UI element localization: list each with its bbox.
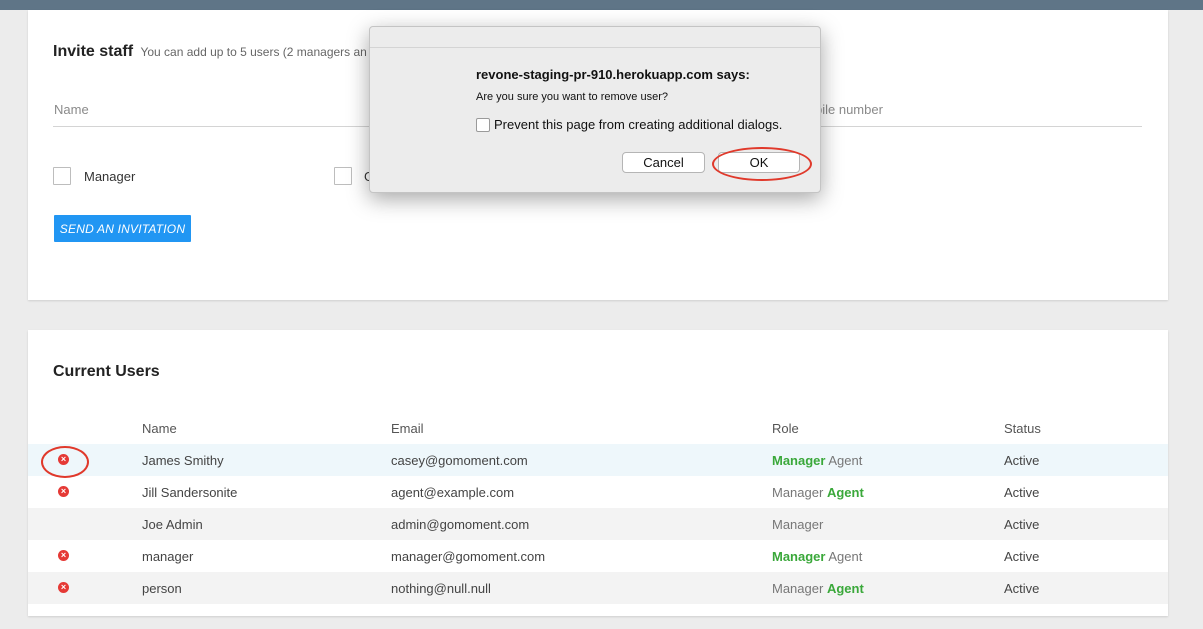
role-manager: Manager (772, 549, 826, 564)
manager-checkbox-label: Manager (84, 169, 136, 184)
remove-circle-icon[interactable]: × (58, 550, 69, 561)
column-header-email: Email (391, 421, 424, 436)
current-users-card: Current Users Name Email Role Status × J… (28, 330, 1168, 616)
user-name: James Smithy (142, 453, 224, 468)
cancel-button[interactable]: Cancel (622, 152, 705, 173)
role-manager: Manager (772, 517, 824, 532)
column-header-name: Name (142, 421, 177, 436)
table-row: × James Smithy casey@gomoment.com Manage… (28, 444, 1168, 476)
role-agent: Agent (828, 549, 863, 564)
user-role: Manager Agent (772, 453, 862, 468)
user-role: Manager Agent (772, 581, 864, 596)
prevent-dialogs-checkbox[interactable] (476, 118, 490, 132)
column-header-status: Status (1004, 421, 1041, 436)
remove-circle-icon[interactable]: × (58, 454, 69, 465)
user-name: manager (142, 549, 194, 564)
role-agent: Agent (826, 581, 864, 596)
user-email: admin@gomoment.com (391, 517, 530, 532)
name-placeholder: Name (54, 102, 89, 117)
user-name: Jill Sandersonite (142, 485, 238, 500)
user-status: Active (1004, 517, 1040, 532)
user-name: person (142, 581, 182, 596)
dialog-titlebar (370, 27, 820, 48)
user-email: agent@example.com (391, 485, 515, 500)
remove-circle-icon[interactable]: × (58, 582, 69, 593)
dialog-title: revone-staging-pr-910.herokuapp.com says… (476, 67, 750, 82)
role-manager: Manager (772, 453, 826, 468)
table-row: Joe Admin admin@gomoment.com Manager Act… (28, 508, 1168, 540)
name-input[interactable]: Name (53, 100, 373, 127)
user-email: casey@gomoment.com (391, 453, 528, 468)
remove-circle-icon[interactable]: × (58, 486, 69, 497)
user-status: Active (1004, 549, 1040, 564)
table-row: × manager manager@gomoment.com Manager A… (28, 540, 1168, 572)
mobile-placeholder: bile number (815, 102, 883, 117)
user-status: Active (1004, 453, 1040, 468)
dialog-message: Are you sure you want to remove user? (476, 91, 668, 103)
invite-title-text: Invite staff (53, 43, 134, 60)
user-status: Active (1004, 581, 1040, 596)
role-manager: Manager (772, 485, 824, 500)
ok-button[interactable]: OK (718, 152, 800, 173)
role-manager: Manager (772, 581, 824, 596)
manager-checkbox[interactable] (53, 167, 71, 185)
role-agent: Agent (828, 453, 863, 468)
send-invitation-button[interactable]: SEND AN INVITATION (54, 215, 191, 242)
agent-checkbox[interactable] (334, 167, 352, 185)
user-name: Joe Admin (142, 517, 203, 532)
user-email: manager@gomoment.com (391, 549, 546, 564)
invite-staff-heading: Invite staff You can add up to 5 users (… (53, 43, 367, 61)
user-email: nothing@null.null (391, 581, 491, 596)
table-row: × Jill Sandersonite agent@example.com Ma… (28, 476, 1168, 508)
user-status: Active (1004, 485, 1040, 500)
user-role: Manager Agent (772, 485, 864, 500)
current-users-heading: Current Users (53, 363, 160, 380)
column-header-role: Role (772, 421, 799, 436)
invite-subtitle: You can add up to 5 users (2 managers an (140, 45, 367, 59)
table-row: × person nothing@null.null Manager Agent… (28, 572, 1168, 604)
user-role: Manager Agent (772, 549, 862, 564)
prevent-dialogs-label: Prevent this page from creating addition… (494, 117, 783, 132)
top-header-bar (0, 0, 1203, 10)
user-role: Manager (772, 517, 823, 532)
confirm-dialog: revone-staging-pr-910.herokuapp.com says… (369, 26, 821, 193)
role-agent: Agent (826, 485, 864, 500)
